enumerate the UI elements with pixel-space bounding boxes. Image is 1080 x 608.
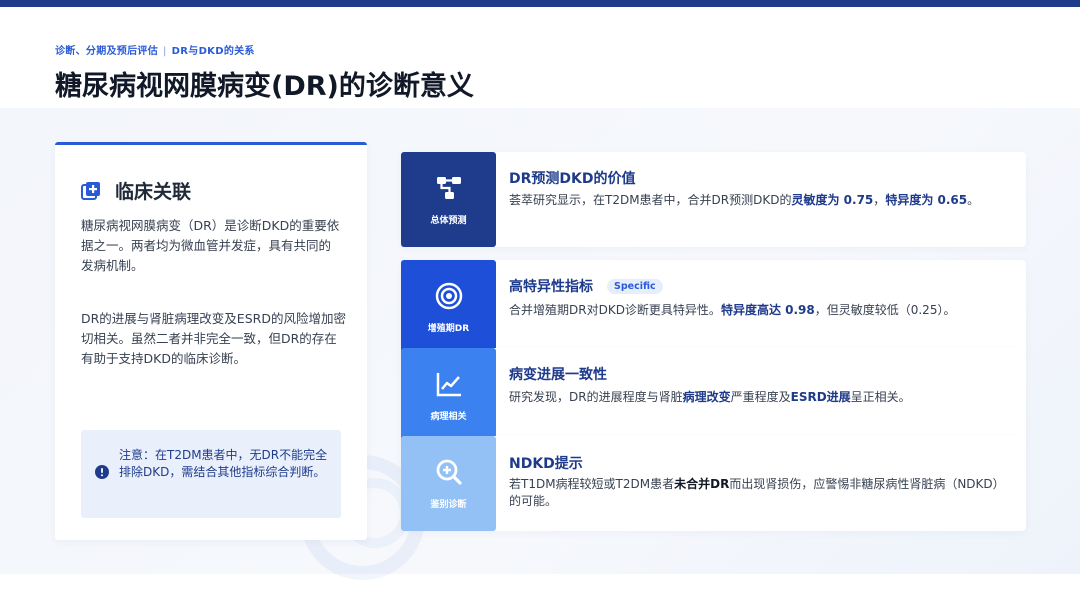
note-box: 注意：在T2DM患者中，无DR不能完全排除DKD，需结合其他指标综合判断。 (81, 430, 341, 518)
specificity-highlight: 特异度高达 0.98 (720, 303, 815, 317)
row-title: NDKD提示 (509, 456, 583, 472)
card-paragraph-2: DR的进展与肾脏病理改变及ESRD的风险增加密切相关。虽然二者并非完全一致，但D… (81, 311, 346, 366)
card-title: 临床关联 (115, 181, 192, 203)
row-description: 若T1DM病程较短或T2DM患者未合并DR而出现肾损伤，应警惕非糖尿病性肾脏病（… (509, 477, 1005, 508)
row-high-specificity: 增殖期DR 高特异性指标 Specific 合并增殖期DR对DKD诊断更具特异性。… (401, 260, 1026, 355)
breadcrumb-section[interactable]: 诊断、分期及预后评估 (55, 46, 158, 57)
target-icon (435, 282, 462, 310)
trend-line-icon (436, 373, 461, 397)
badge-label: 鉴别诊断 (430, 500, 467, 510)
clinical-association-card: 临床关联 糖尿病视网膜病变（DR）是诊断DKD的重要依据之一。两者均为微血管并发… (55, 142, 367, 540)
top-accent-bar (0, 0, 1080, 7)
breadcrumb: 诊断、分期及预后评估 | DR与DKD的关系 (55, 46, 255, 57)
specific-tag: Specific (607, 278, 663, 294)
specificity-highlight: 特异度为 0.65 (885, 193, 968, 207)
esrd-highlight: ESRD进展 (790, 390, 851, 404)
card-header: 临床关联 (81, 177, 191, 204)
alert-circle-icon (95, 465, 109, 479)
row-description: 荟萃研究显示，在T2DM患者中，合并DR预测DKD的灵敏度为 0.75，特异度为… (509, 193, 980, 207)
card-paragraph-1: 糖尿病视网膜病变（DR）是诊断DKD的重要依据之一。两者均为微血管并发症，具有共… (81, 218, 340, 273)
row-description: 合并增殖期DR对DKD诊断更具特异性。特异度高达 0.98，但灵敏度较低（0.2… (509, 303, 956, 317)
row-title: 高特异性指标 Specific (509, 276, 663, 296)
badge-differential-diagnosis: 鉴别诊断 (401, 436, 496, 531)
badge-overall-prediction: 总体预测 (401, 152, 496, 247)
page-header: 诊断、分期及预后评估 | DR与DKD的关系 糖尿病视网膜病变(DR)的诊断意义 (0, 7, 1080, 107)
row-dr-predict-value: 总体预测 DR预测DKD的价值 荟萃研究显示，在T2DM患者中，合并DR预测DK… (401, 152, 1026, 247)
search-plus-icon (436, 459, 462, 485)
breadcrumb-topic[interactable]: DR与DKD的关系 (172, 46, 255, 57)
badge-pathology: 病理相关 (401, 348, 496, 443)
footer-strip (0, 574, 1080, 608)
badge-label: 病理相关 (430, 412, 467, 422)
row-ndkd-hint: 鉴别诊断 NDKD提示 若T1DM病程较短或T2DM患者未合并DR而出现肾损伤，… (401, 436, 1026, 531)
row-title: DR预测DKD的价值 (509, 171, 636, 187)
badge-label: 总体预测 (430, 216, 467, 226)
row-description: 研究发现，DR的进展程度与肾脏病理改变严重程度及ESRD进展呈正相关。 (509, 390, 911, 404)
note-text: 注意：在T2DM患者中，无DR不能完全排除DKD，需结合其他指标综合判断。 (119, 448, 328, 479)
row-title: 病变进展一致性 (509, 367, 607, 383)
network-icon (436, 177, 461, 199)
badge-proliferative-dr: 增殖期DR (401, 260, 496, 355)
row-progression-consistency: 病理相关 病变进展一致性 研究发现，DR的进展程度与肾脏病理改变严重程度及ESR… (401, 348, 1026, 443)
page-title: 糖尿病视网膜病变(DR)的诊断意义 (55, 71, 474, 102)
pathology-highlight: 病理改变 (682, 390, 731, 404)
medical-plus-icon (81, 181, 100, 200)
no-dr-highlight: 未合并DR (674, 477, 730, 491)
badge-label: 增殖期DR (427, 324, 470, 334)
sensitivity-highlight: 灵敏度为 0.75 (791, 193, 874, 207)
